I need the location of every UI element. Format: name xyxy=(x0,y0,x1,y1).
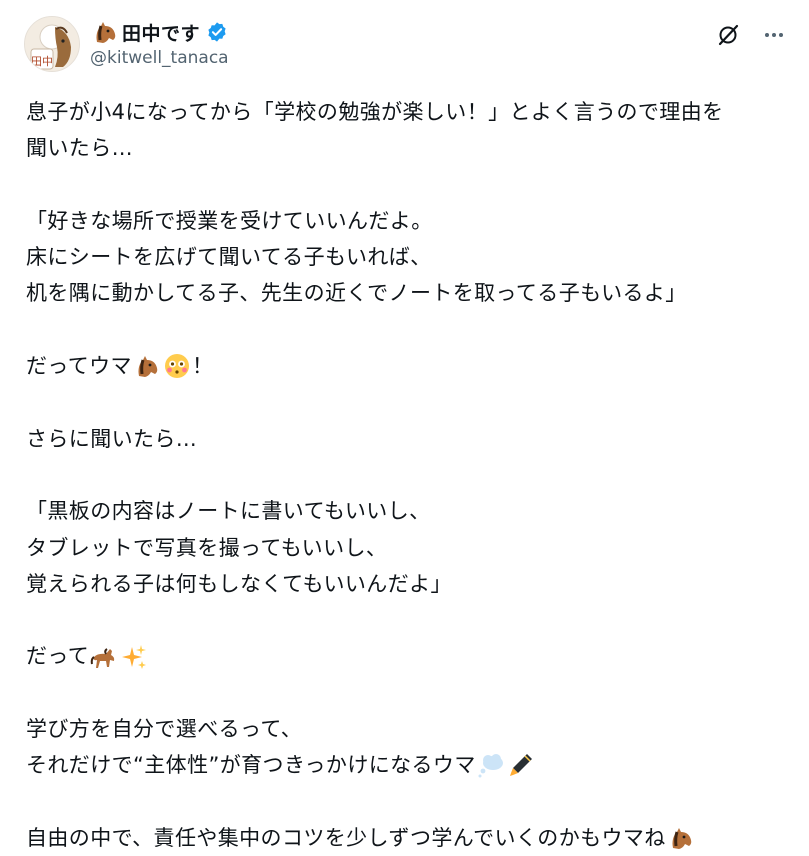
tweet-line: 机を隅に動かしてる子、先生の近くでノートを取ってる子もいるよ」 xyxy=(26,281,687,306)
tweet-text: 息子が小4になってから「学校の勉強が楽しい！」とよく言うので理由を 聞いたら… … xyxy=(26,94,796,856)
tweet-line: 息子が小4になってから「学校の勉強が楽しい！」とよく言うので理由を xyxy=(26,100,724,124)
tweet-line: 聞いたら… xyxy=(26,136,133,161)
tweet-line: だって xyxy=(26,638,796,674)
display-name[interactable]: 田中です xyxy=(122,19,200,46)
name-row: 田中です xyxy=(90,18,229,46)
tweet-line-text: だってウマ xyxy=(26,354,132,379)
tweet-line-text: 自由の中で、責任や集中のコツを少しずつ学んでいくのかもウマね xyxy=(26,825,666,850)
tweet-line: 覚えられる子は何もしなくてもいいんだよ」 xyxy=(26,571,452,596)
tweet-line-text: それだけで“主体性”が育つきっかけになるウマ xyxy=(26,753,476,778)
tweet-header: 田中 田中です @kitwell_tanaca xyxy=(24,14,789,84)
horse-face-icon xyxy=(138,356,158,378)
verified-badge-icon xyxy=(208,22,226,42)
handle[interactable]: @kitwell_tanaca xyxy=(90,48,229,68)
tweet-line-text: ！ xyxy=(191,354,214,379)
tweet: 田中 田中です @kitwell_tanaca 息子が小4になってから「学校の勉… xyxy=(0,0,809,850)
tweet-line: 「黒板の内容はノートに書いてもいいし、 xyxy=(26,499,431,524)
tweet-line: それだけで“主体性”が育つきっかけになるウマ xyxy=(26,747,796,783)
tweet-line: 床にシートを広げて聞いてる子もいれば、 xyxy=(26,245,432,270)
flushed-face-icon xyxy=(164,354,189,379)
tweet-line: 自由の中で、責任や集中のコツを少しずつ学んでいくのかもウマね xyxy=(26,820,796,856)
header-actions xyxy=(713,20,789,50)
horse-face-icon xyxy=(672,828,691,850)
horse-face-icon xyxy=(96,22,116,43)
avatar-image: 田中 xyxy=(25,17,79,71)
more-icon xyxy=(765,33,783,37)
tweet-line: タブレットで写真を撮ってもいいし、 xyxy=(26,535,388,560)
grok-icon xyxy=(718,24,739,46)
sparkles-icon xyxy=(122,644,147,669)
tweet-line-text: だって xyxy=(26,644,90,669)
more-button[interactable] xyxy=(759,20,789,50)
user-info: 田中です @kitwell_tanaca xyxy=(90,18,229,68)
avatar-label: 田中 xyxy=(31,55,53,68)
tweet-line: さらに聞いたら… xyxy=(26,426,198,451)
tweet-line: だってウマ ！ xyxy=(26,348,796,384)
avatar[interactable]: 田中 xyxy=(24,16,80,72)
fountain-pen-icon xyxy=(509,754,532,777)
horse-icon xyxy=(90,647,115,668)
tweet-line: 学び方を自分で選べるって、 xyxy=(26,717,303,742)
grok-button[interactable] xyxy=(713,20,743,50)
thought-balloon-icon xyxy=(478,754,503,778)
tweet-line: 「好きな場所で授業を受けていいんだよ。 xyxy=(26,208,433,233)
